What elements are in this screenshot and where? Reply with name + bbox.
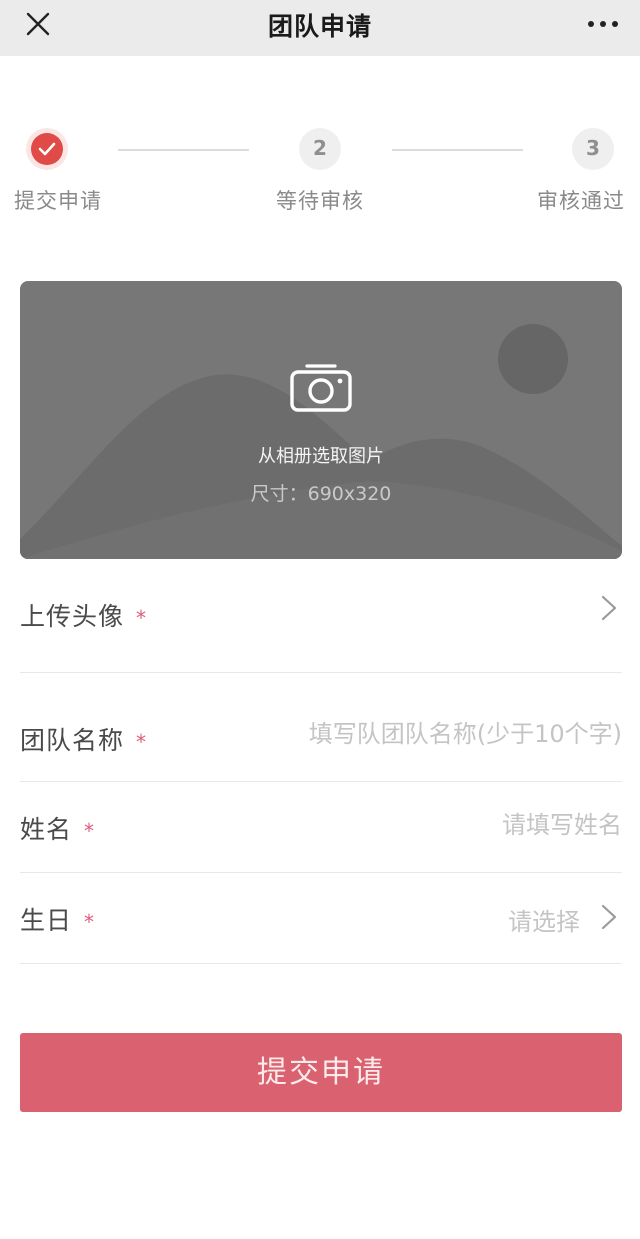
avatar-row[interactable]: 上传头像 * xyxy=(20,559,622,673)
image-upload-area[interactable]: 从相册选取图片 尺寸：690x320 xyxy=(20,281,622,559)
name-input[interactable] xyxy=(262,811,622,839)
step-2-indicator: 2 xyxy=(299,128,341,170)
upload-size-hint: 尺寸：690x320 xyxy=(250,483,392,505)
team-name-label: 团队名称 * xyxy=(20,726,148,755)
navbar: 团队申请 xyxy=(0,0,640,56)
more-icon[interactable] xyxy=(586,14,620,34)
birthday-picker-value[interactable]: 请选择 xyxy=(508,902,580,937)
step-1-indicator xyxy=(26,128,68,170)
required-mark: * xyxy=(136,730,148,754)
camera-icon xyxy=(290,364,352,412)
required-mark: * xyxy=(136,606,148,630)
page-title: 团队申请 xyxy=(267,12,372,41)
submit-button-label: 提交申请 xyxy=(257,1056,385,1089)
step-3-indicator: 3 xyxy=(572,128,614,170)
step-2-label: 等待审核 xyxy=(276,189,364,213)
upload-instruction: 从相册选取图片 xyxy=(258,446,384,467)
birthday-row[interactable]: 生日 * 请选择 xyxy=(20,873,622,964)
submit-button[interactable]: 提交申请 xyxy=(20,1033,622,1112)
chevron-right-icon xyxy=(601,595,617,621)
step-connector xyxy=(392,149,523,151)
required-mark: * xyxy=(84,819,96,843)
step-1-label: 提交申请 xyxy=(14,189,102,213)
avatar-label: 上传头像 * xyxy=(20,602,148,631)
birthday-label: 生日 * xyxy=(20,906,96,935)
required-mark: * xyxy=(84,910,96,934)
step-3-number: 3 xyxy=(586,136,600,160)
chevron-right-icon xyxy=(601,904,617,930)
team-name-row: 团队名称 * xyxy=(20,673,622,782)
step-3-label: 审核通过 xyxy=(537,189,625,213)
step-2-number: 2 xyxy=(313,136,327,160)
step-connector xyxy=(118,149,249,151)
name-row: 姓名 * xyxy=(20,782,622,873)
name-label: 姓名 * xyxy=(20,815,96,844)
team-name-input[interactable] xyxy=(262,720,622,748)
image-placeholder-icon xyxy=(20,324,622,559)
check-icon xyxy=(38,142,56,156)
